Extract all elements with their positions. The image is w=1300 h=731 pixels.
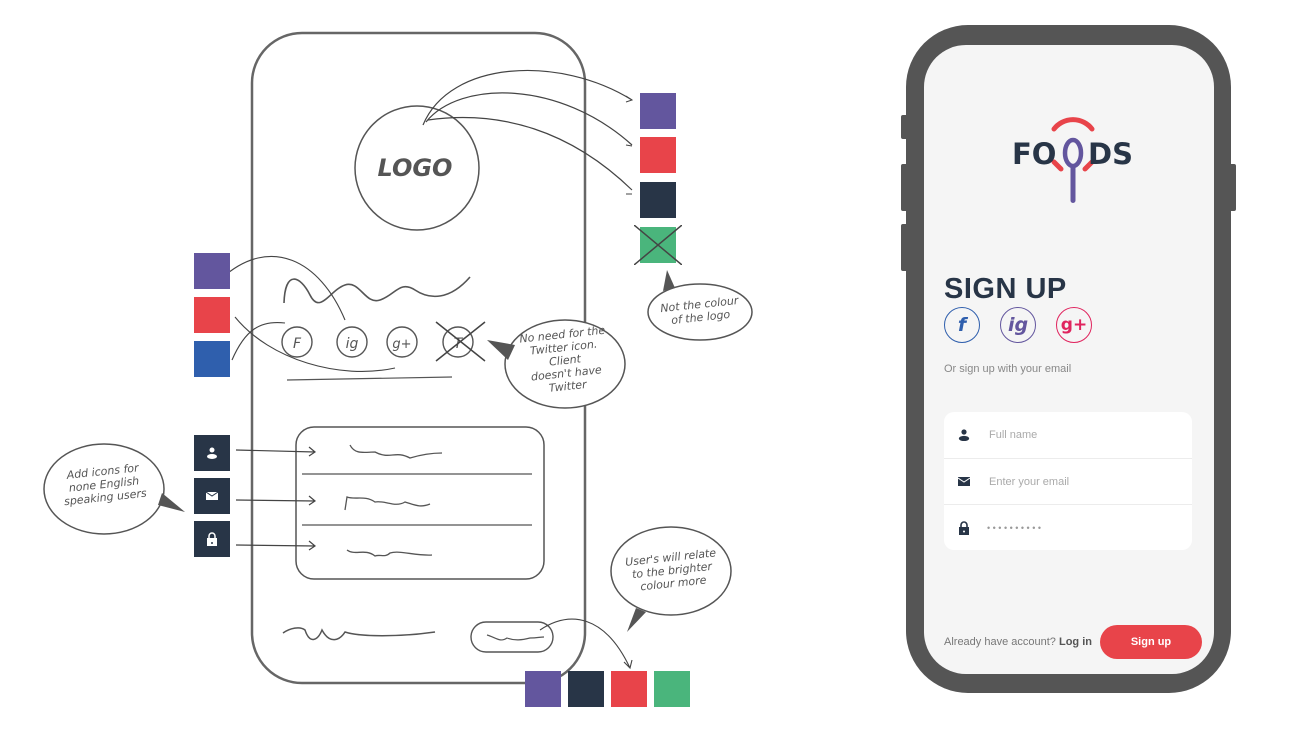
svg-text:T: T [454,336,464,352]
swatch-red-logo [640,137,676,173]
swatch-purple-logo [640,93,676,129]
phone-frame: FO DS SIGN UP f ig g+ Or sign up with yo… [906,25,1231,693]
user-icon [207,447,217,459]
swatch-red-social [194,297,230,333]
signup-button[interactable]: Sign up [1100,625,1202,659]
lock-icon [956,520,972,536]
svg-text:F: F [293,336,302,352]
swatch-blue-social [194,341,230,377]
login-link[interactable]: Log in [1059,636,1092,648]
facebook-icon: f [957,314,967,336]
google-plus-icon: g+ [1060,315,1088,335]
mail-icon [956,474,972,490]
page-title: SIGN UP [944,273,1067,305]
sketch-social-row: F ig g+ T [281,321,486,362]
annotation-twitter: No need for the Twitter icon. Client doe… [518,323,606,395]
password-row[interactable]: •••••••••• [944,504,1192,550]
login-prompt: Already have account? Log in [944,636,1092,648]
password-input[interactable]: •••••••••• [987,523,1044,533]
signup-screen: FO DS SIGN UP f ig g+ Or sign up with yo… [924,45,1214,674]
swatch-green-button [654,671,690,707]
facebook-button[interactable]: f [944,307,980,343]
brand-text-right: DS [1088,137,1133,171]
login-prompt-text: Already have account? [944,636,1056,648]
mail-icon [206,491,218,500]
svg-text:ig: ig [346,336,359,352]
tile-lock [194,521,230,557]
cross-icon [634,225,682,265]
foods-logo: FO DS [924,107,1214,207]
signup-form: •••••••••• [944,412,1192,550]
wireframe-sketch: LOGO F ig g+ T [43,31,753,685]
swatch-navy-button [568,671,604,707]
swatch-purple-social [194,253,230,289]
email-signup-hint: Or sign up with your email [944,363,1072,375]
sketch-form-box [295,426,545,580]
instagram-button[interactable]: ig [1000,307,1036,343]
full-name-input[interactable] [987,427,1181,442]
google-plus-button[interactable]: g+ [1056,307,1092,343]
sketch-logo-label: LOGO [378,154,453,182]
brand-text-left: FO [1012,137,1056,171]
swatch-red-button [611,671,647,707]
lock-icon [207,532,217,546]
swatch-navy-logo [640,182,676,218]
email-input[interactable] [987,474,1181,489]
swatch-green-rejected [634,225,682,265]
tile-mail [194,478,230,514]
tile-user [194,435,230,471]
full-name-row [944,412,1192,457]
swatch-purple-button [525,671,561,707]
email-row [944,458,1192,504]
user-icon [956,427,972,443]
instagram-icon: ig [1007,314,1029,336]
svg-text:g+: g+ [392,337,411,352]
